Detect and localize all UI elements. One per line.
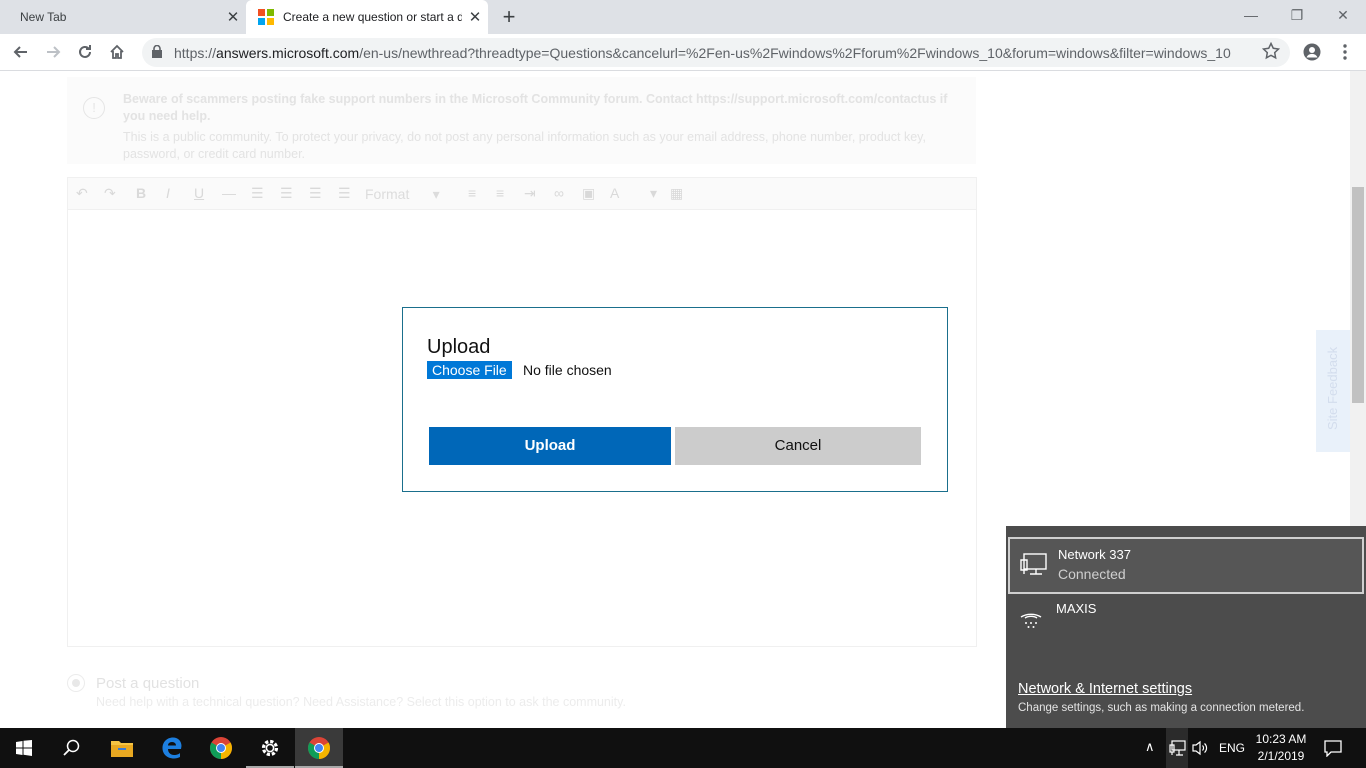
start-icon[interactable]: [0, 728, 48, 768]
file-status-text: No file chosen: [523, 362, 612, 378]
site-feedback-button[interactable]: Site Feedback: [1316, 330, 1350, 452]
network-settings-link[interactable]: Network & Internet settings: [1018, 681, 1192, 697]
strikethrough-icon[interactable]: —: [222, 185, 236, 201]
taskbar: ∧ ENG 10:23 AM 2/1/2019: [0, 728, 1366, 768]
justify-icon[interactable]: ☰: [338, 185, 351, 202]
tab-title: New Tab: [20, 10, 67, 24]
choose-file-button[interactable]: Choose File: [427, 361, 512, 379]
forward-icon[interactable]: [40, 39, 66, 65]
settings-icon[interactable]: [246, 728, 294, 768]
tab-title: Create a new question or start a d: [283, 10, 462, 24]
chrome-icon[interactable]: [295, 728, 343, 768]
image-icon[interactable]: ▣: [582, 185, 595, 202]
file-explorer-icon[interactable]: [98, 728, 146, 768]
format-select[interactable]: Format ▾: [365, 186, 440, 203]
microsoft-logo-icon: [258, 9, 274, 25]
browser-toolbar: https://answers.microsoft.com/en-us/newt…: [0, 34, 1366, 71]
language-indicator[interactable]: ENG: [1219, 741, 1245, 755]
editor-toolbar: ↶ ↷ B I U — ☰ ☰ ☰ ☰ Format ▾ ≡ ≡ ⇥ ∞ ▣ A…: [68, 178, 976, 210]
indent-icon[interactable]: ⇥: [524, 185, 536, 202]
clock-date: 2/1/2019: [1257, 749, 1305, 763]
site-feedback-label: Site Feedback: [1325, 346, 1340, 430]
back-icon[interactable]: [8, 39, 34, 65]
undo-icon[interactable]: ↶: [76, 185, 88, 202]
edge-icon[interactable]: [148, 728, 196, 768]
bullet-list-icon[interactable]: ≡: [468, 185, 476, 201]
lock-icon: [152, 44, 162, 63]
close-tab-icon[interactable]: ✕: [462, 8, 488, 26]
clock-time: 10:23 AM: [1255, 732, 1307, 746]
network-name: MAXIS: [1056, 601, 1097, 616]
bookmark-star-icon[interactable]: [1261, 41, 1281, 65]
cancel-button[interactable]: Cancel: [675, 427, 921, 465]
restore-icon[interactable]: ❐: [1274, 0, 1320, 32]
redo-icon[interactable]: ↷: [104, 185, 116, 202]
post-question-description: Need help with a technical question? Nee…: [96, 695, 626, 709]
chevron-down-icon[interactable]: ▾: [650, 185, 657, 202]
numbered-list-icon[interactable]: ≡: [496, 185, 504, 201]
dialup-icon: [1018, 606, 1044, 637]
search-icon[interactable]: [48, 728, 96, 768]
network-flyout: Network 337 Connected MAXIS Network & In…: [1006, 526, 1366, 728]
url-scheme: https://: [174, 45, 217, 61]
align-center-icon[interactable]: ☰: [280, 185, 293, 202]
close-tab-icon[interactable]: ✕: [220, 8, 246, 26]
scroll-thumb[interactable]: [1352, 187, 1364, 403]
address-bar[interactable]: https://answers.microsoft.com/en-us/newt…: [142, 38, 1290, 67]
info-icon: !: [83, 97, 105, 119]
url-host: answers.microsoft.com: [216, 45, 360, 61]
tray-chevron-up-icon[interactable]: ∧: [1145, 739, 1155, 755]
close-window-icon[interactable]: ✕: [1320, 0, 1366, 32]
network-tray-icon[interactable]: [1166, 728, 1188, 768]
network-name: Network 337: [1058, 547, 1131, 562]
upload-dialog: Upload Choose File No file chosen Upload…: [402, 307, 948, 492]
align-right-icon[interactable]: ☰: [309, 185, 322, 202]
font-color-icon[interactable]: A: [610, 185, 619, 201]
format-label: Format: [365, 186, 410, 202]
scam-warning-text: Beware of scammers posting fake support …: [123, 92, 948, 123]
profile-icon[interactable]: [1299, 39, 1325, 65]
privacy-text: This is a public community. To protect y…: [123, 130, 926, 161]
browser-tab-strip: New Tab ✕ Create a new question or start…: [0, 0, 1366, 34]
ethernet-icon: [1020, 553, 1048, 582]
menu-icon[interactable]: [1332, 39, 1358, 65]
bold-icon[interactable]: B: [136, 185, 146, 201]
url-text: https://answers.microsoft.com/en-us/newt…: [174, 45, 1231, 61]
underline-icon[interactable]: U: [194, 185, 204, 201]
tab-create-question[interactable]: Create a new question or start a d ✕: [246, 0, 488, 34]
reload-icon[interactable]: [72, 39, 98, 65]
post-question-radio[interactable]: [67, 674, 85, 692]
link-icon[interactable]: ∞: [554, 185, 564, 201]
align-left-icon[interactable]: ☰: [251, 185, 264, 202]
url-path: /en-us/newthread?threadtype=Questions&ca…: [359, 45, 1231, 61]
action-center-icon[interactable]: [1324, 740, 1342, 762]
volume-icon[interactable]: [1192, 740, 1208, 761]
network-settings-description: Change settings, such as making a connec…: [1018, 702, 1305, 714]
italic-icon[interactable]: I: [166, 185, 170, 201]
network-item-maxis[interactable]: MAXIS: [1008, 596, 1364, 653]
privacy-notice: ! Beware of scammers posting fake suppor…: [67, 77, 976, 164]
table-icon[interactable]: ▦: [670, 185, 683, 202]
chrome-icon[interactable]: [197, 728, 245, 768]
system-clock[interactable]: 10:23 AM 2/1/2019: [1248, 731, 1314, 765]
minimize-icon[interactable]: —: [1228, 0, 1274, 32]
new-tab-button[interactable]: +: [497, 4, 521, 30]
dialog-title: Upload: [427, 336, 491, 358]
home-icon[interactable]: [104, 39, 130, 65]
upload-button[interactable]: Upload: [429, 427, 671, 465]
network-item-network-337[interactable]: Network 337 Connected: [1008, 537, 1364, 594]
tab-new-tab[interactable]: New Tab ✕: [0, 0, 246, 34]
network-status: Connected: [1058, 566, 1126, 582]
post-question-label: Post a question: [96, 675, 200, 692]
